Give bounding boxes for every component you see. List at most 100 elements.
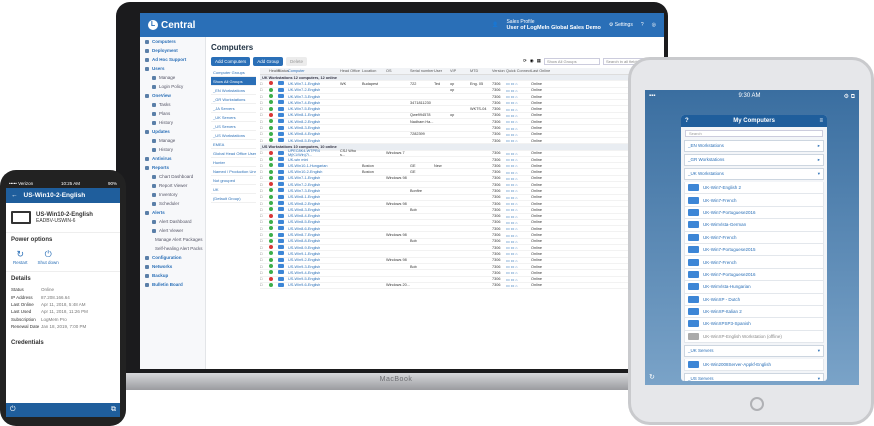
- quick-connect-icons[interactable]: ▭ ▭ ⌂: [506, 113, 531, 118]
- group-item[interactable]: Computer Groups: [211, 68, 256, 77]
- row-cell[interactable]: US-Win8-6-English: [288, 227, 340, 231]
- column-header[interactable]: Head Office: [340, 69, 362, 73]
- quick-connect-icons[interactable]: ▭ ▭ ⌂: [506, 94, 531, 99]
- column-header[interactable]: VIP: [450, 69, 470, 73]
- column-header[interactable]: Location: [362, 69, 386, 73]
- row-checkbox[interactable]: □: [260, 101, 269, 105]
- row-cell[interactable]: US-Win9-3-English: [288, 265, 340, 269]
- row-checkbox[interactable]: □: [260, 214, 269, 218]
- group-item[interactable]: _UK Servers: [211, 113, 256, 122]
- quick-connect-icons[interactable]: ▭ ▭ ⌂: [506, 270, 531, 275]
- group-item[interactable]: Not grouped: [211, 176, 256, 185]
- nav-item-12[interactable]: History: [140, 145, 205, 154]
- settings-menu[interactable]: ⚙ Settings: [609, 22, 633, 28]
- row-checkbox[interactable]: □: [260, 195, 269, 199]
- group-item[interactable]: UK: [211, 185, 256, 194]
- central-logo[interactable]: L Central: [148, 20, 195, 31]
- row-cell[interactable]: US-Win9-5-English: [288, 277, 340, 281]
- column-header[interactable]: Health: [269, 69, 280, 73]
- row-cell[interactable]: UK-Win8-5-English: [288, 139, 340, 143]
- nav-item-21[interactable]: Alert Viewer: [140, 226, 205, 235]
- quick-connect-icons[interactable]: ▭ ▭ ⌂: [506, 107, 531, 112]
- row-cell[interactable]: US-Win8-3-English: [288, 208, 340, 212]
- column-header[interactable]: Quick Connect: [506, 69, 531, 73]
- row-cell[interactable]: US-Win9-4-English: [288, 271, 340, 275]
- row-cell[interactable]: US-Win8-1-English: [288, 195, 340, 199]
- computer-item[interactable]: UK-WinXPSP3-Spanish: [684, 318, 824, 331]
- row-cell[interactable]: US-Win7-3-English: [288, 189, 340, 193]
- quick-connect-icons[interactable]: ▭ ▭ ⌂: [506, 214, 531, 219]
- row-cell[interactable]: US-Win8-9-English: [288, 246, 340, 250]
- nav-item-5[interactable]: Login Policy: [140, 82, 205, 91]
- row-cell[interactable]: UPEC8K4-WTPR4 M(K1/Win)7i...: [288, 149, 340, 157]
- quick-connect-icons[interactable]: ▭ ▭ ⌂: [506, 132, 531, 137]
- nav-item-14[interactable]: Reports: [140, 163, 205, 172]
- row-cell[interactable]: UK-Win8-1-English: [288, 113, 340, 117]
- row-checkbox[interactable]: □: [260, 107, 269, 111]
- nav-item-2[interactable]: Ad Hoc Support: [140, 55, 205, 64]
- row-cell[interactable]: US-Win10-1-Hungarian: [288, 164, 340, 168]
- row-cell[interactable]: UK-Win7-4-English: [288, 101, 340, 105]
- table-row[interactable]: □ US-Win9-6-English Windows 20... 7306 ▭ ▭ ⌂…: [260, 282, 660, 290]
- group-header[interactable]: _US Servers ▾: [684, 373, 824, 381]
- row-checkbox[interactable]: □: [260, 164, 269, 168]
- nav-item-24[interactable]: Configuration: [140, 253, 205, 262]
- row-cell[interactable]: US-Win10-2-English: [288, 170, 340, 174]
- group-item[interactable]: Show All Groups: [211, 77, 256, 86]
- add-group-button[interactable]: Add Group: [253, 57, 284, 66]
- row-checkbox[interactable]: □: [260, 233, 269, 237]
- quick-connect-icons[interactable]: ▭ ▭ ⌂: [506, 239, 531, 244]
- row-checkbox[interactable]: □: [260, 183, 269, 187]
- delete-button[interactable]: Delete: [286, 57, 308, 66]
- quick-connect-icons[interactable]: ▭ ▭ ⌂: [506, 151, 531, 156]
- row-checkbox[interactable]: □: [260, 170, 269, 174]
- row-checkbox[interactable]: □: [260, 252, 269, 256]
- add-computers-button[interactable]: Add Computers: [211, 57, 251, 66]
- group-header[interactable]: _EN Workstations ▸: [684, 140, 824, 152]
- quick-connect-icons[interactable]: ▭ ▭ ⌂: [506, 157, 531, 162]
- computer-item[interactable]: UK-WinVista-Hungarian: [684, 281, 824, 294]
- quick-connect-icons[interactable]: ▭ ▭ ⌂: [506, 119, 531, 124]
- quick-connect-icons[interactable]: ▭ ▭ ⌂: [506, 176, 531, 181]
- computer-item[interactable]: UK-Win2008Server-Appkf-English: [684, 359, 824, 372]
- row-cell[interactable]: US-Win8-5-English: [288, 220, 340, 224]
- row-cell[interactable]: UK-Win8-2-English: [288, 120, 340, 124]
- row-cell[interactable]: UK-Win8-3-English: [288, 126, 340, 130]
- row-cell[interactable]: UK-win mini: [288, 158, 340, 162]
- computer-item[interactable]: UK-WinXP - Dutch: [684, 293, 824, 306]
- row-cell[interactable]: UK-Win7-2-English: [288, 88, 340, 92]
- column-header[interactable]: MTD: [470, 69, 492, 73]
- nav-item-18[interactable]: Scheduler: [140, 199, 205, 208]
- user-menu[interactable]: Sales Profile User of LogMeIn Global Sale…: [506, 19, 600, 31]
- nav-item-8[interactable]: Plans: [140, 109, 205, 118]
- row-checkbox[interactable]: □: [260, 202, 269, 206]
- row-cell[interactable]: US-Win8-2-English: [288, 202, 340, 206]
- quick-connect-icons[interactable]: ▭ ▭ ⌂: [506, 188, 531, 193]
- group-header[interactable]: _UK Servers ▾: [684, 345, 824, 358]
- row-checkbox[interactable]: □: [260, 151, 269, 155]
- quick-connect-icons[interactable]: ▭ ▭ ⌂: [506, 195, 531, 200]
- nav-item-1[interactable]: Deployment: [140, 46, 205, 55]
- row-cell[interactable]: US-Win9-1-English: [288, 252, 340, 256]
- nav-item-15[interactable]: Chart Dashboard: [140, 172, 205, 181]
- group-item[interactable]: Global Head Office Users: [211, 149, 256, 158]
- quick-connect-icons[interactable]: ▭ ▭ ⌂: [506, 226, 531, 231]
- row-checkbox[interactable]: □: [260, 220, 269, 224]
- column-header[interactable]: Computer: [288, 69, 340, 73]
- quick-connect-icons[interactable]: ▭ ▭ ⌂: [506, 201, 531, 206]
- eye-icon[interactable]: ◉: [530, 58, 534, 65]
- group-item[interactable]: (Default Group): [211, 194, 256, 203]
- row-cell[interactable]: US-Win9-2-English: [288, 258, 340, 262]
- quick-connect-icons[interactable]: ▭ ▭ ⌂: [506, 277, 531, 282]
- restart-button[interactable]: ↻ Restart: [13, 249, 28, 265]
- row-checkbox[interactable]: □: [260, 271, 269, 275]
- row-checkbox[interactable]: □: [260, 132, 269, 136]
- quick-connect-icons[interactable]: ▭ ▭ ⌂: [506, 170, 531, 175]
- computer-item[interactable]: UK-Win7-French: [684, 231, 824, 244]
- row-checkbox[interactable]: □: [260, 208, 269, 212]
- row-checkbox[interactable]: □: [260, 265, 269, 269]
- nav-item-7[interactable]: Tasks: [140, 100, 205, 109]
- shutdown-button[interactable]: ⏻ Shut down: [38, 249, 59, 265]
- group-item[interactable]: _EN Workstations: [211, 86, 256, 95]
- nav-item-9[interactable]: History: [140, 118, 205, 127]
